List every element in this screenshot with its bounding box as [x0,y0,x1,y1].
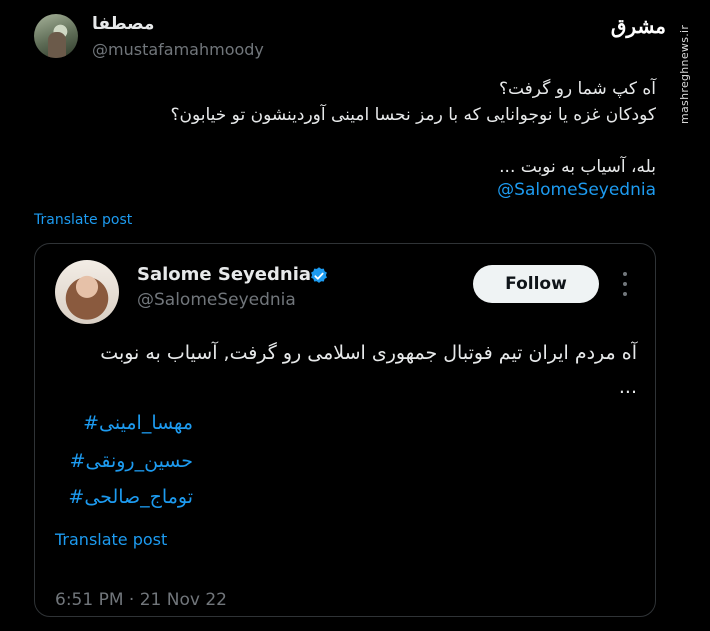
tweet-line [56,128,656,154]
quoted-translate-post-link[interactable]: Translate post [55,530,167,549]
author-avatar[interactable] [34,14,78,58]
hashtag-link[interactable]: حسین_رونقی# [70,450,193,472]
author-name[interactable]: مصطفا [92,14,154,34]
quoted-author-handle[interactable]: @SalomeSeyednia [137,290,296,310]
watermark-logo: مشرق [610,14,666,38]
mention-link[interactable]: @SalomeSeyednia [497,180,656,200]
watermark-url: mashreghnews.ir [678,24,691,124]
hashtag-link[interactable]: توماج_صالحی# [68,486,193,508]
verified-badge-icon [311,267,327,283]
post-timestamp[interactable]: 6:51 PM · 21 Nov 22 [55,590,227,610]
tweet-line: کودکان غزه یا نوجوانایی که با رمز نحسا ا… [170,105,656,125]
quoted-author-name[interactable]: Salome Seyednia [137,264,311,285]
more-options-icon[interactable] [615,272,635,296]
quoted-author-avatar[interactable] [55,260,119,324]
follow-button[interactable]: Follow [473,265,599,303]
author-handle[interactable]: @mustafamahmoody [92,40,264,59]
quoted-tweet-text: آه مردم ایران تیم فوتبال جمهوری اسلامی ر… [100,342,637,398]
tweet-line: بله، آسیاب به نوبت ... [499,157,656,177]
tweet-line: آه کپ شما رو گرفت؟ [498,79,656,99]
translate-post-link[interactable]: Translate post [34,212,132,228]
quoted-tweet-card[interactable]: Salome Seyednia @SalomeSeyednia Follow آ… [34,243,656,617]
tweet-text: آه کپ شما رو گرفت؟ کودکان غزه یا نوجوانا… [56,76,656,180]
hashtag-link[interactable]: مهسا_امینی# [83,412,193,434]
